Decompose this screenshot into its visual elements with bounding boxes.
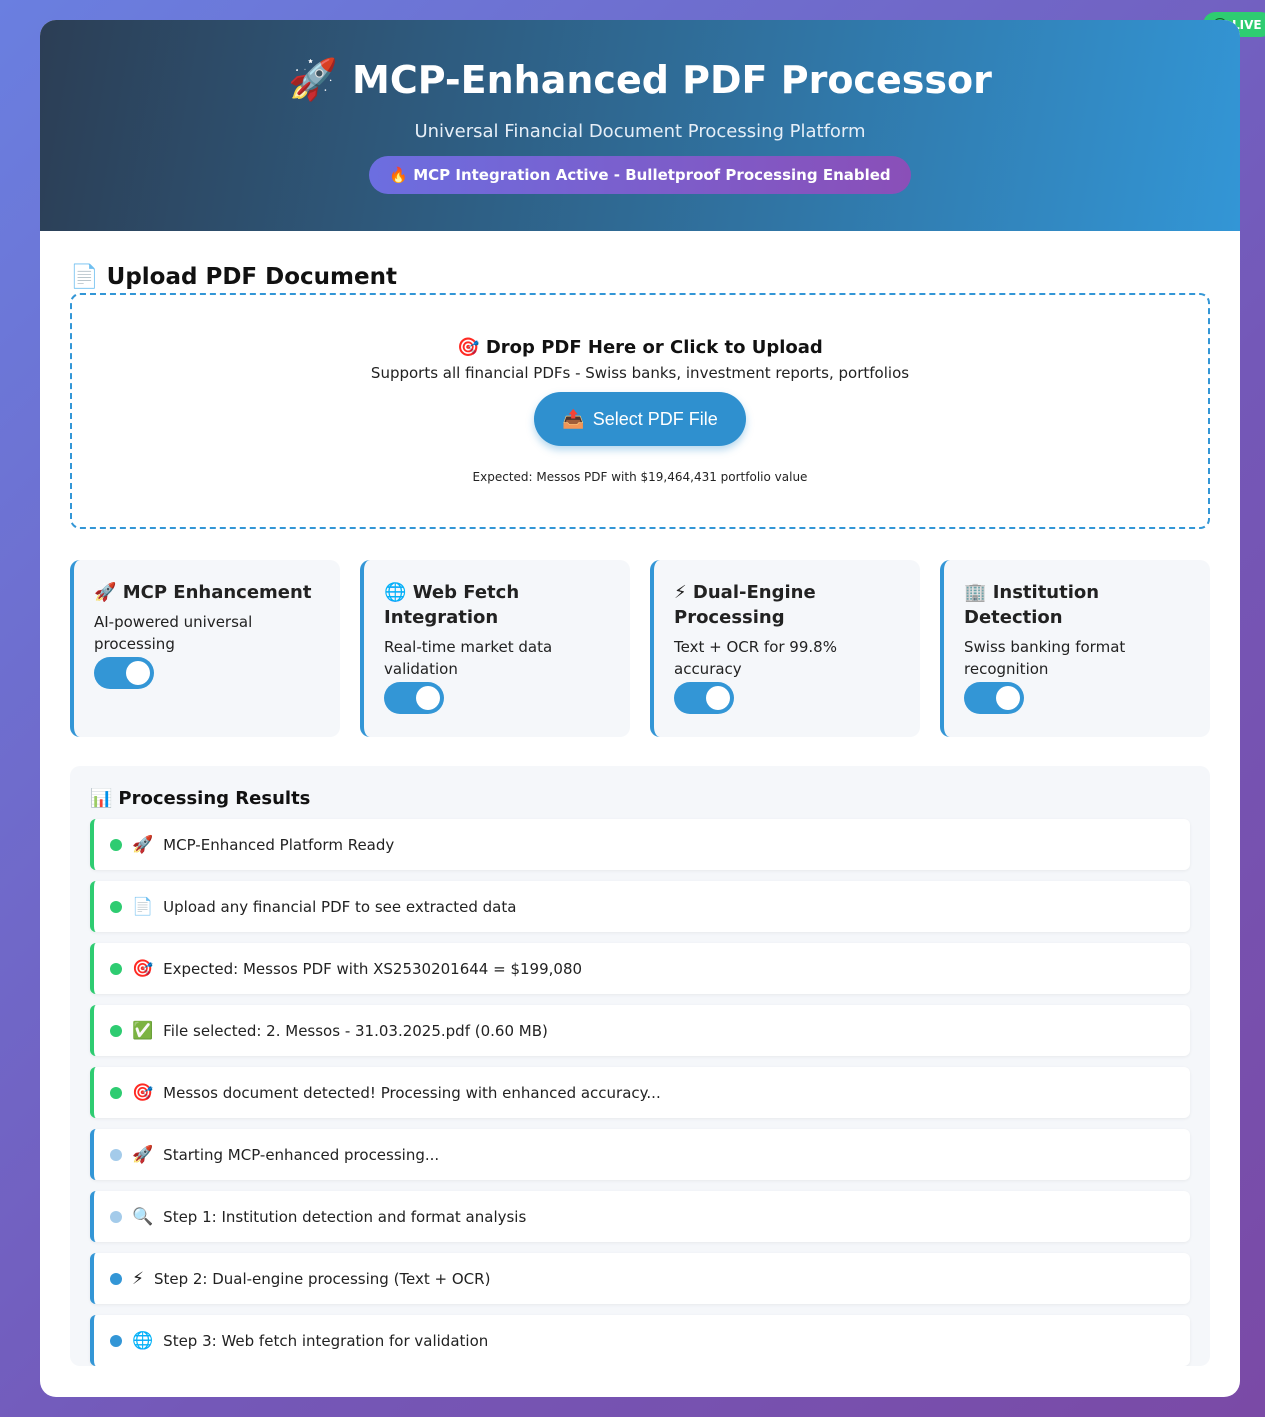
upload-icon: 📤	[562, 408, 585, 429]
feature-title: ⚡ Dual-Engine Processing	[674, 580, 900, 630]
log-text: Starting MCP-enhanced processing...	[163, 1145, 440, 1164]
target-icon: 🎯	[132, 1082, 154, 1103]
results-title: 📊 Processing Results	[90, 788, 1190, 809]
log-item: 📄 Upload any financial PDF to see extrac…	[90, 881, 1190, 932]
status-dot-icon	[110, 962, 122, 975]
globe-icon: 🌐	[384, 582, 407, 603]
status-dot-icon	[110, 1086, 122, 1099]
log-item: 🎯 Expected: Messos PDF with XS2530201644…	[90, 943, 1190, 994]
status-dot-icon	[110, 1024, 122, 1037]
results-title-text: Processing Results	[118, 788, 311, 809]
rocket-icon: 🚀	[132, 1144, 154, 1165]
magnifier-icon: 🔍	[132, 1206, 154, 1227]
feature-title-text: Dual-Engine Processing	[674, 582, 816, 628]
rocket-icon: 🚀	[94, 582, 117, 603]
feature-card-institution-detection: 🏢 Institution Detection Swiss banking fo…	[940, 560, 1210, 737]
web-fetch-toggle[interactable]	[384, 682, 444, 714]
pdf-dropzone[interactable]: 🎯 Drop PDF Here or Click to Upload Suppo…	[70, 293, 1210, 529]
status-dot-icon	[110, 1210, 122, 1223]
main-card: 🚀 MCP-Enhanced PDF Processor Universal F…	[40, 20, 1240, 1397]
bar-chart-icon: 📊	[90, 788, 113, 809]
log-item: 🎯 Messos document detected! Processing w…	[90, 1067, 1190, 1118]
document-icon: 📄	[132, 896, 154, 917]
feature-title: 🏢 Institution Detection	[964, 580, 1190, 630]
select-pdf-button-label: Select PDF File	[592, 408, 718, 429]
expected-note: Expected: Messos PDF with $19,464,431 po…	[472, 470, 808, 484]
log-item: ✅ File selected: 2. Messos - 31.03.2025.…	[90, 1005, 1190, 1056]
log-item: 🔍 Step 1: Institution detection and form…	[90, 1191, 1190, 1242]
upload-section-title-text: Upload PDF Document	[106, 263, 397, 290]
status-dot-icon	[110, 900, 122, 913]
lightning-icon: ⚡	[132, 1268, 144, 1289]
select-pdf-button[interactable]: 📤 Select PDF File	[534, 392, 746, 446]
status-dot-icon	[110, 838, 122, 851]
log-text: Step 2: Dual-engine processing (Text + O…	[153, 1269, 491, 1288]
feature-description: Text + OCR for 99.8% accuracy	[674, 638, 837, 678]
feature-description: AI-powered universal processing	[94, 613, 253, 653]
lightning-icon: ⚡	[674, 582, 687, 603]
log-item: 🚀 Starting MCP-enhanced processing...	[90, 1129, 1190, 1180]
feature-card-mcp-enhancement: 🚀 MCP Enhancement AI-powered universal p…	[70, 560, 340, 737]
feature-description: Swiss banking format recognition	[964, 638, 1126, 678]
page-header: 🚀 MCP-Enhanced PDF Processor Universal F…	[40, 20, 1240, 231]
log-text: Upload any financial PDF to see extracte…	[163, 897, 517, 916]
log-text: MCP-Enhanced Platform Ready	[163, 835, 395, 854]
log-text: Expected: Messos PDF with XS2530201644 =…	[163, 959, 583, 978]
document-icon: 📄	[70, 264, 99, 290]
institution-detection-toggle[interactable]	[964, 682, 1024, 714]
log-text: File selected: 2. Messos - 31.03.2025.pd…	[163, 1021, 548, 1040]
check-icon: ✅	[132, 1020, 154, 1041]
feature-description: Real-time market data validation	[384, 638, 553, 678]
log-text: Step 3: Web fetch integration for valida…	[163, 1331, 489, 1350]
page-title-text: MCP-Enhanced PDF Processor	[352, 57, 992, 102]
rocket-icon: 🚀	[288, 57, 338, 103]
upload-section-title: 📄 Upload PDF Document	[70, 263, 397, 291]
status-dot-icon	[110, 1334, 122, 1347]
processing-results-panel: 📊 Processing Results 🚀 MCP-Enhanced Plat…	[70, 766, 1210, 1366]
feature-title: 🚀 MCP Enhancement	[94, 580, 320, 605]
dual-engine-toggle[interactable]	[674, 682, 734, 714]
office-building-icon: 🏢	[964, 582, 987, 603]
log-item: 🌐 Step 3: Web fetch integration for vali…	[90, 1315, 1190, 1366]
status-dot-icon	[110, 1148, 122, 1161]
target-icon: 🎯	[132, 958, 154, 979]
feature-cards: 🚀 MCP Enhancement AI-powered universal p…	[70, 560, 1210, 737]
log-item: 🚀 MCP-Enhanced Platform Ready	[90, 819, 1190, 870]
globe-icon: 🌐	[132, 1330, 154, 1351]
mcp-status-badge: 🔥 MCP Integration Active - Bulletproof P…	[369, 156, 911, 194]
feature-title: 🌐 Web Fetch Integration	[384, 580, 610, 630]
log-item: ⚡ Step 2: Dual-engine processing (Text +…	[90, 1253, 1190, 1304]
rocket-icon: 🚀	[132, 834, 154, 855]
status-dot-icon	[110, 1272, 122, 1285]
page-title: 🚀 MCP-Enhanced PDF Processor	[40, 56, 1240, 103]
log-text: Step 1: Institution detection and format…	[163, 1207, 527, 1226]
feature-title-text: MCP Enhancement	[122, 582, 312, 603]
log-text: Messos document detected! Processing wit…	[163, 1083, 661, 1102]
feature-card-web-fetch: 🌐 Web Fetch Integration Real-time market…	[360, 560, 630, 737]
dropzone-title: 🎯 Drop PDF Here or Click to Upload	[457, 337, 823, 358]
dropzone-subtitle: Supports all financial PDFs - Swiss bank…	[370, 364, 910, 382]
feature-card-dual-engine: ⚡ Dual-Engine Processing Text + OCR for …	[650, 560, 920, 737]
page-subtitle: Universal Financial Document Processing …	[414, 121, 866, 142]
mcp-enhancement-toggle[interactable]	[94, 657, 154, 689]
